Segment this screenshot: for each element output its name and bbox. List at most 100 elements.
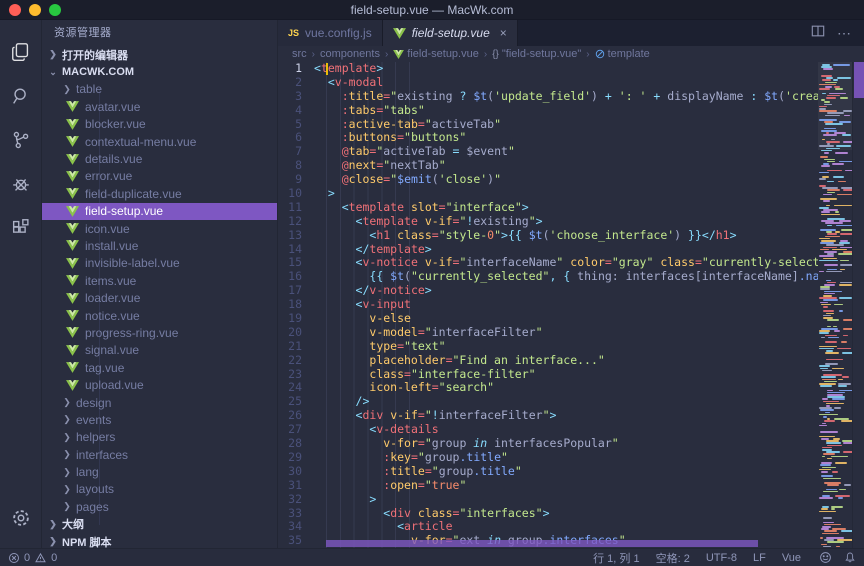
settings-gear-icon[interactable]	[0, 496, 42, 540]
code-line[interactable]: 29 :key="group.title"	[278, 451, 818, 465]
code-line[interactable]: 5 :active-tab="activeTab"	[278, 118, 818, 132]
code-line[interactable]: 32 >	[278, 493, 818, 507]
tree-item-table[interactable]: ❯table	[42, 81, 277, 98]
npm-scripts-section[interactable]: ❯ NPM 脚本	[42, 533, 277, 548]
code-line[interactable]: 15 <v-notice v-if="interfaceName" color=…	[278, 256, 818, 270]
code-line[interactable]: 18 <v-input	[278, 298, 818, 312]
indentation-status[interactable]: 空格: 2	[656, 550, 690, 566]
outline-section[interactable]: ❯ 大纲	[42, 516, 277, 533]
cursor-position-status[interactable]: 行 1, 列 1	[593, 550, 639, 566]
tree-item-details.vue[interactable]: details.vue	[42, 150, 277, 167]
code-line[interactable]: 3 :title="existing ? $t('update_field') …	[278, 90, 818, 104]
code-line[interactable]: 7 @tab="activeTab = $event"	[278, 145, 818, 159]
code-line[interactable]: 24 icon-left="search"	[278, 381, 818, 395]
code-line[interactable]: 31 :open="true"	[278, 479, 818, 493]
notifications-bell-icon[interactable]	[844, 551, 856, 564]
open-editors-section[interactable]: ❯ 打开的编辑器	[42, 46, 277, 63]
code-line[interactable]: 6 :buttons="buttons"	[278, 131, 818, 145]
tree-item-error.vue[interactable]: error.vue	[42, 168, 277, 185]
code-line[interactable]: 14 </template>	[278, 243, 818, 257]
tree-item-design[interactable]: ❯design	[42, 394, 277, 411]
extensions-icon[interactable]	[0, 206, 42, 250]
code-line[interactable]: 11 <template slot="interface">	[278, 201, 818, 215]
code-line[interactable]: 21 type="text"	[278, 340, 818, 354]
minimize-window-button[interactable]	[29, 4, 41, 16]
encoding-status[interactable]: UTF-8	[706, 552, 737, 564]
debug-icon[interactable]	[0, 162, 42, 206]
code-line[interactable]: 27 <v-details	[278, 423, 818, 437]
tree-item-tag.vue[interactable]: tag.vue	[42, 359, 277, 376]
tree-item-field-setup.vue[interactable]: field-setup.vue	[42, 203, 277, 220]
code-editor[interactable]: 1<template>2 <v-modal3 :title="existing …	[278, 62, 864, 548]
tree-item-events[interactable]: ❯events	[42, 411, 277, 428]
split-editor-icon[interactable]	[811, 24, 825, 43]
language-mode-status[interactable]: Vue	[782, 552, 801, 564]
zoom-window-button[interactable]	[49, 4, 61, 16]
close-tab-icon[interactable]: ×	[500, 26, 507, 40]
code-line[interactable]: 30 :title="group.title"	[278, 465, 818, 479]
breadcrumb-file[interactable]: field-setup.vue	[393, 48, 479, 60]
line-number: 9	[278, 173, 314, 187]
code-line[interactable]: 16 {{ $t("currently_selected", { thing: …	[278, 270, 818, 284]
code-line[interactable]: 2 <v-modal	[278, 76, 818, 90]
tree-item-blocker.vue[interactable]: blocker.vue	[42, 116, 277, 133]
eol-status[interactable]: LF	[753, 552, 766, 564]
code-content[interactable]: 1<template>2 <v-modal3 :title="existing …	[278, 62, 818, 548]
breadcrumb-components[interactable]: components	[320, 48, 380, 60]
breadcrumb-src[interactable]: src	[292, 48, 307, 60]
tab-vue-config-js[interactable]: JS vue.config.js	[278, 20, 383, 46]
source-control-icon[interactable]	[0, 118, 42, 162]
tree-item-field-duplicate.vue[interactable]: field-duplicate.vue	[42, 185, 277, 202]
tree-item-upload.vue[interactable]: upload.vue	[42, 376, 277, 393]
minimap[interactable]	[818, 62, 852, 548]
feedback-smiley-icon[interactable]	[819, 551, 832, 564]
tree-item-icon.vue[interactable]: icon.vue	[42, 220, 277, 237]
tree-item-pages[interactable]: ❯pages	[42, 498, 277, 515]
code-line[interactable]: 20 v-model="interfaceFilter"	[278, 326, 818, 340]
workspace-root[interactable]: ⌄ MACWK.COM	[42, 63, 277, 80]
search-icon[interactable]	[0, 74, 42, 118]
code-line[interactable]: 17 </v-notice>	[278, 284, 818, 298]
code-line[interactable]: 23 class="interface-filter"	[278, 368, 818, 382]
vertical-scrollbar-thumb[interactable]	[854, 62, 864, 98]
more-actions-icon[interactable]: ⋯	[837, 25, 852, 42]
code-line[interactable]: 26 <div v-if="!interfaceFilter">	[278, 409, 818, 423]
code-line[interactable]: 9 @close="$emit('close')"	[278, 173, 818, 187]
code-line[interactable]: 13 <h1 class="style-0">{{ $t('choose_int…	[278, 229, 818, 243]
code-line[interactable]: 19 v-else	[278, 312, 818, 326]
tree-item-interfaces[interactable]: ❯interfaces	[42, 446, 277, 463]
tab-field-setup-vue[interactable]: field-setup.vue ×	[383, 20, 518, 46]
tree-item-notice.vue[interactable]: notice.vue	[42, 307, 277, 324]
tree-item-install.vue[interactable]: install.vue	[42, 237, 277, 254]
code-line[interactable]: 34 <article	[278, 520, 818, 534]
vertical-scrollbar[interactable]	[852, 62, 864, 548]
breadcrumb-template[interactable]: template	[595, 48, 650, 60]
tree-item-loader.vue[interactable]: loader.vue	[42, 289, 277, 306]
close-window-button[interactable]	[9, 4, 21, 16]
code-line[interactable]: 22 placeholder="Find an interface..."	[278, 354, 818, 368]
tree-item-contextual-menu.vue[interactable]: contextual-menu.vue	[42, 133, 277, 150]
tree-item-invisible-label.vue[interactable]: invisible-label.vue	[42, 255, 277, 272]
minimap-line	[823, 522, 834, 524]
tree-item-signal.vue[interactable]: signal.vue	[42, 342, 277, 359]
code-line[interactable]: 4 :tabs="tabs"	[278, 104, 818, 118]
tree-item-avatar.vue[interactable]: avatar.vue	[42, 98, 277, 115]
tree-item-progress-ring.vue[interactable]: progress-ring.vue	[42, 324, 277, 341]
problems-status[interactable]: 0 0	[8, 552, 57, 564]
code-line[interactable]: 33 <div class="interfaces">	[278, 507, 818, 521]
code-line[interactable]: 25 />	[278, 395, 818, 409]
explorer-icon[interactable]	[0, 30, 42, 74]
tree-item-layouts[interactable]: ❯layouts	[42, 481, 277, 498]
tree-item-lang[interactable]: ❯lang	[42, 463, 277, 480]
breadcrumb-export[interactable]: {} "field-setup.vue"	[492, 48, 581, 60]
code-line[interactable]: 1<template>	[278, 62, 818, 76]
code-line[interactable]: 10 >	[278, 187, 818, 201]
tree-item-helpers[interactable]: ❯helpers	[42, 429, 277, 446]
code-line[interactable]: 8 @next="nextTab"	[278, 159, 818, 173]
code-line[interactable]: 12 <template v-if="!existing">	[278, 215, 818, 229]
code-line-content: :title="existing ? $t('update_field') + …	[314, 90, 818, 104]
tree-item-items.vue[interactable]: items.vue	[42, 272, 277, 289]
minimap-line	[819, 346, 837, 348]
horizontal-scrollbar[interactable]	[326, 540, 758, 547]
code-line[interactable]: 28 v-for="group in interfacesPopular"	[278, 437, 818, 451]
